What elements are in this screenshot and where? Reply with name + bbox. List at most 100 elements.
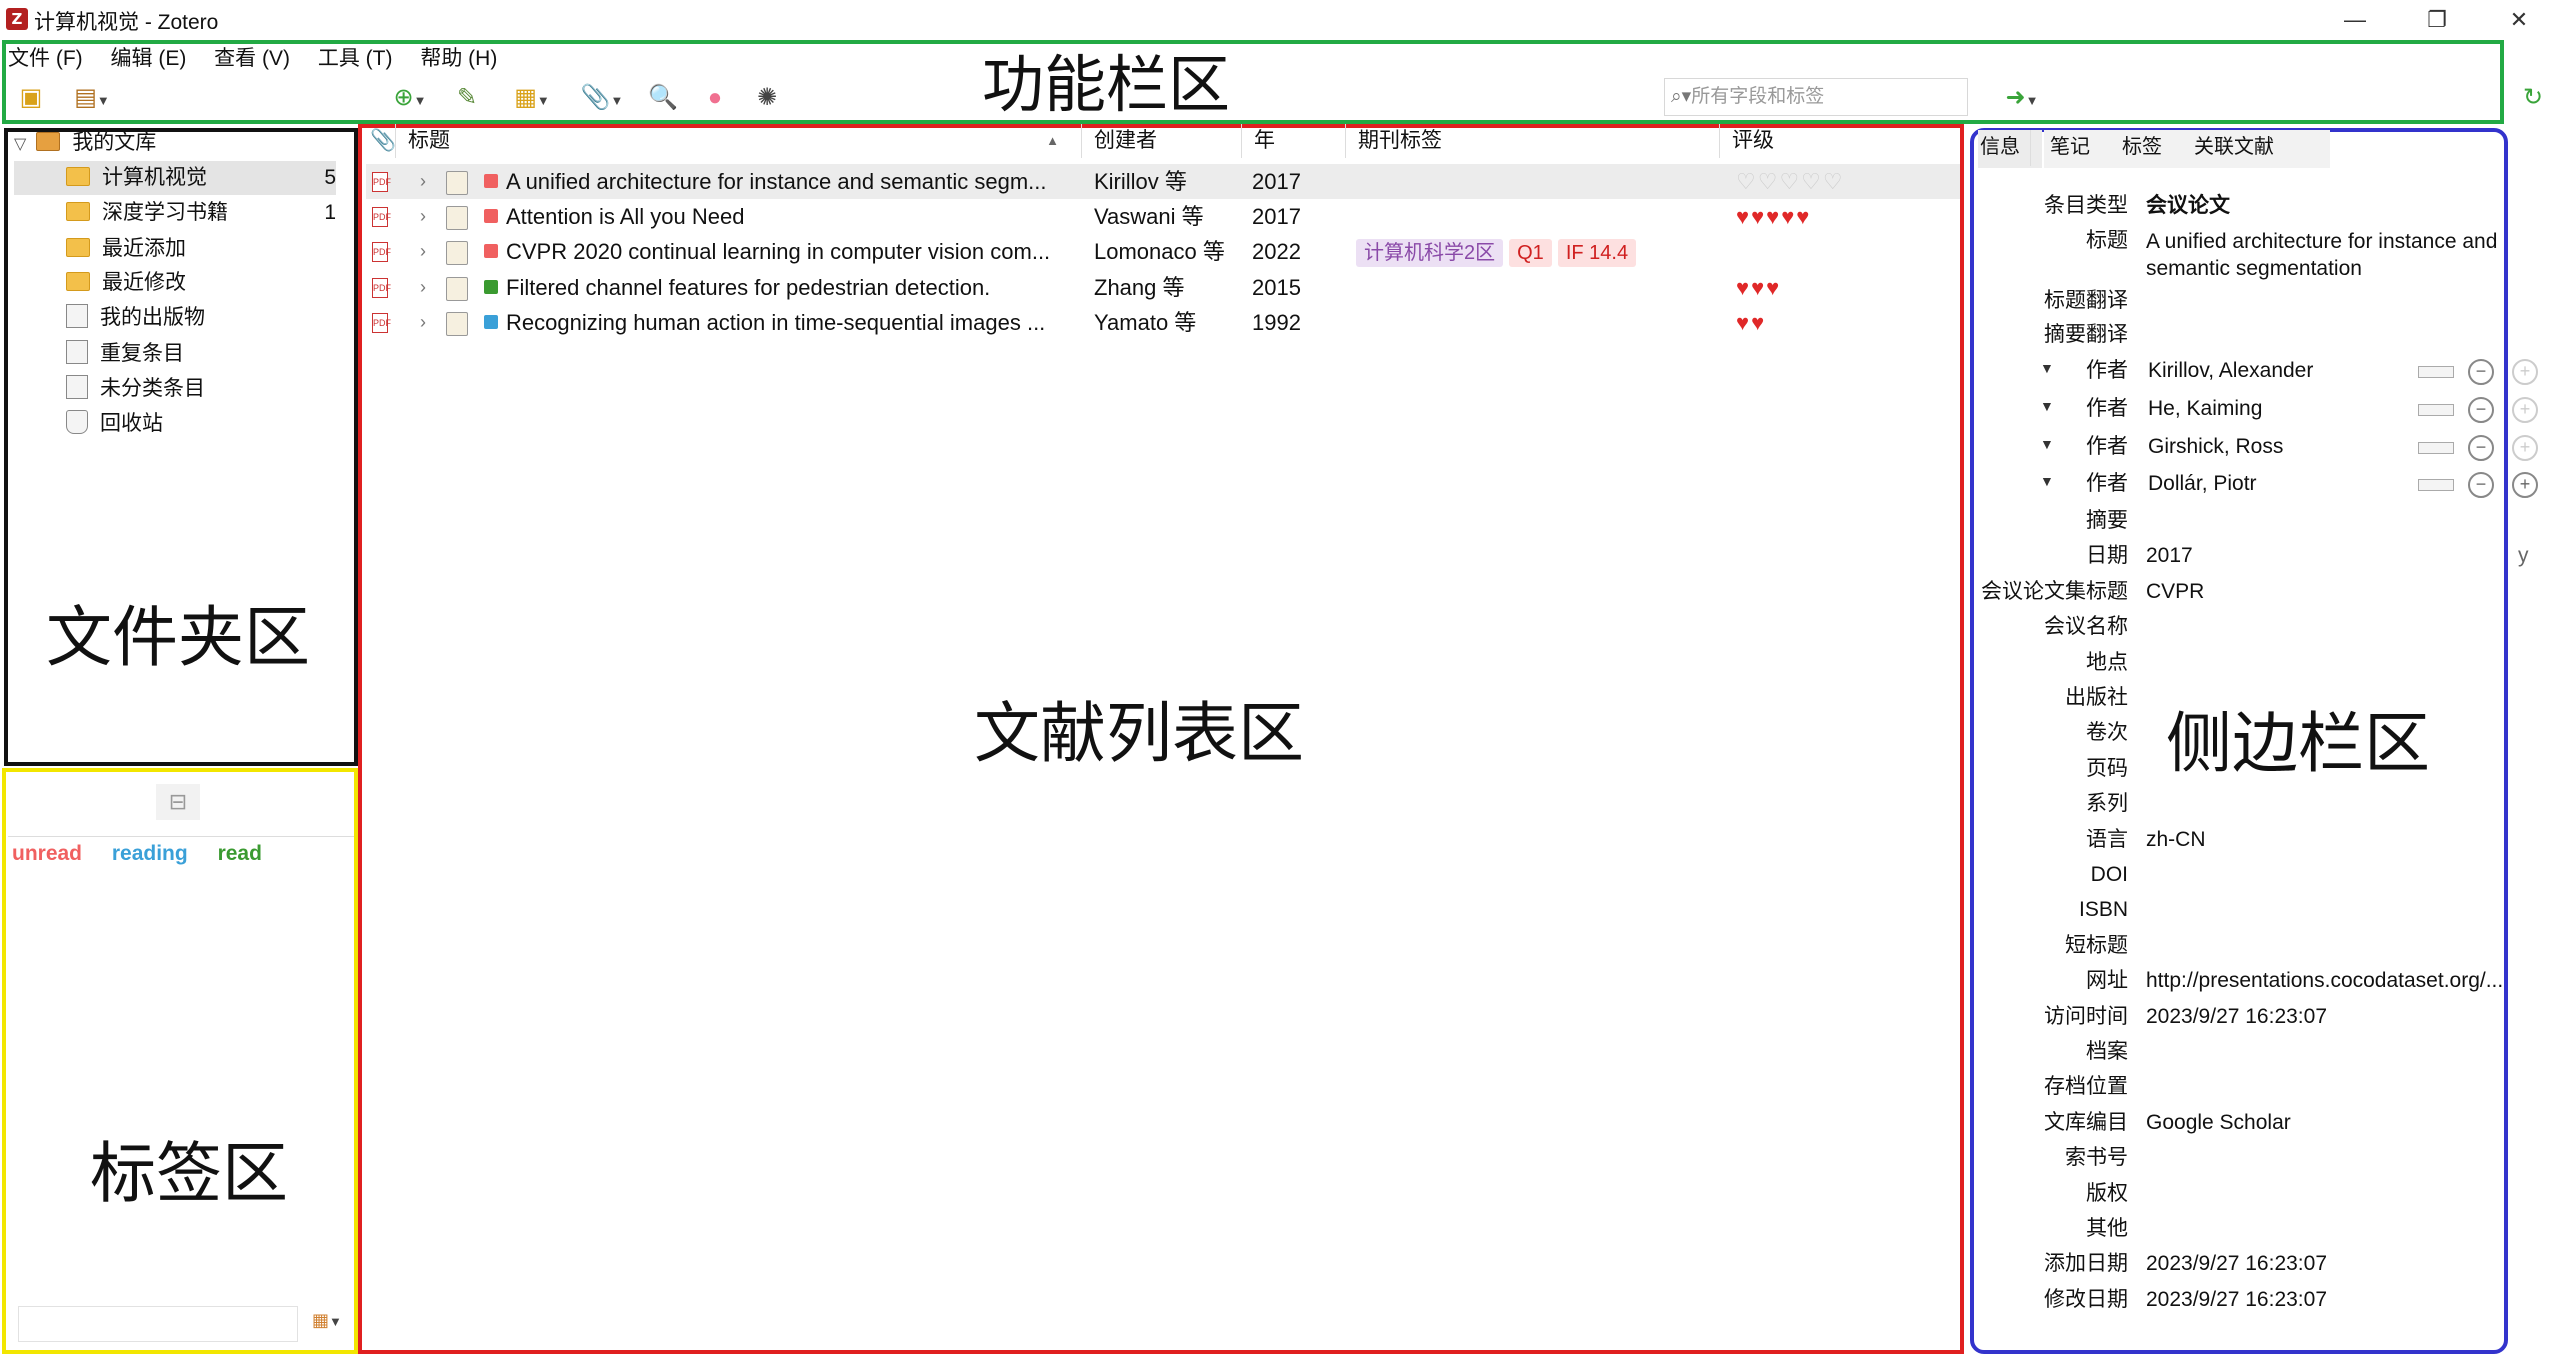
chevron-down-icon[interactable]: ▽ <box>14 136 26 153</box>
creator-name[interactable]: He, Kaiming <box>2148 392 2262 426</box>
close-button[interactable]: ✕ <box>2478 0 2560 40</box>
field-value[interactable]: http://presentations.cocodataset.org/... <box>2146 964 2544 998</box>
tag-tree-toggle-icon[interactable]: ⊟ <box>156 784 200 820</box>
field-label: 会议论文集标题 <box>1981 580 2128 603</box>
sync-icon[interactable]: ↻ <box>2518 82 2548 114</box>
add-creator-icon[interactable]: + <box>2512 397 2538 423</box>
chevron-right-icon[interactable]: › <box>420 234 426 269</box>
table-row[interactable]: PDF › CVPR 2020 continual learning in comp… <box>366 234 1960 269</box>
toolbar-region-label: 功能栏区 <box>982 48 1231 121</box>
field-value[interactable] <box>2146 1035 2544 1069</box>
item-rating[interactable]: ♡♡♡♡♡ <box>1736 164 1936 199</box>
item-rating[interactable]: ♥♥ <box>1736 305 1936 340</box>
field-value[interactable] <box>2146 858 2544 892</box>
creator-mode-toggle[interactable] <box>2418 479 2454 491</box>
field-value[interactable] <box>2146 610 2544 644</box>
field-value[interactable] <box>2146 1070 2544 1104</box>
creator-mode-toggle[interactable] <box>2418 366 2454 378</box>
table-row[interactable]: PDF › Recognizing human action in time-seq… <box>366 305 1960 340</box>
collection-item[interactable]: 最近添加 <box>66 232 186 266</box>
field-value[interactable] <box>2146 716 2544 750</box>
field-value[interactable] <box>2146 504 2544 538</box>
chevron-right-icon[interactable]: › <box>420 199 426 234</box>
remove-creator-icon[interactable]: − <box>2468 435 2494 461</box>
item-type-icon <box>446 171 468 195</box>
creator-name[interactable]: Girshick, Ross <box>2148 430 2283 464</box>
creator-mode-toggle[interactable] <box>2418 442 2454 454</box>
field-label: 修改日期 <box>2044 1288 2128 1311</box>
tab-info[interactable]: 信息 <box>1980 130 2020 159</box>
minimize-button[interactable]: — <box>2314 0 2396 40</box>
field-value[interactable]: 2017 <box>2146 539 2544 573</box>
pdf-attachment-icon[interactable]: PDF <box>372 278 391 298</box>
creator-role-label[interactable]: 作者 <box>1980 467 2128 501</box>
library-root[interactable]: ▽ 我的文库 <box>14 126 156 160</box>
field-value[interactable]: CVPR <box>2146 575 2544 609</box>
column-journal-tags[interactable]: 期刊标签 <box>1346 124 1720 158</box>
chevron-right-icon[interactable]: › <box>420 305 426 340</box>
field-value[interactable] <box>2146 752 2544 786</box>
item-rating[interactable]: ♥♥♥ <box>1736 270 1936 305</box>
attachment-column-icon[interactable]: 📎 <box>362 124 396 158</box>
field-value[interactable] <box>2146 646 2544 680</box>
field-value[interactable] <box>2146 893 2544 927</box>
remove-creator-icon[interactable]: − <box>2468 397 2494 423</box>
field-value[interactable] <box>2146 681 2544 715</box>
field-value[interactable] <box>2146 1141 2544 1175</box>
field-value[interactable]: 2023/9/27 16:23:07 <box>2146 1247 2544 1281</box>
tag-reading[interactable]: reading <box>112 842 188 865</box>
field-value[interactable] <box>2146 787 2544 821</box>
field-value[interactable]: Google Scholar <box>2146 1106 2544 1140</box>
add-creator-icon[interactable]: + <box>2512 435 2538 461</box>
field-item-type-value[interactable]: 会议论文 <box>2146 189 2230 223</box>
collection-item[interactable]: 计算机视觉 5 <box>14 161 336 195</box>
table-row[interactable]: PDF › Attention is All you Need Vaswani 等 20… <box>366 199 1960 234</box>
column-creator[interactable]: 创建者 <box>1082 124 1242 158</box>
pdf-attachment-icon[interactable]: PDF <box>372 207 391 227</box>
column-rating[interactable]: 评级 <box>1720 124 1960 158</box>
remove-creator-icon[interactable]: − <box>2468 472 2494 498</box>
collection-item[interactable]: 我的出版物 <box>66 301 205 335</box>
column-year[interactable]: 年 <box>1242 124 1346 158</box>
column-title[interactable]: 标题 ▲ <box>396 124 1082 158</box>
remove-creator-icon[interactable]: − <box>2468 359 2494 385</box>
field-value[interactable] <box>2146 1177 2544 1211</box>
tab-related[interactable]: 关联文献 <box>2194 130 2274 159</box>
tab-tags[interactable]: 标签 <box>2122 130 2162 159</box>
tag-read[interactable]: read <box>218 842 262 865</box>
collection-item[interactable]: 深度学习书籍 1 <box>14 196 336 230</box>
creator-name[interactable]: Dollár, Piotr <box>2148 467 2257 501</box>
collection-item[interactable]: 重复条目 <box>66 337 184 371</box>
creator-mode-toggle[interactable] <box>2418 404 2454 416</box>
pdf-attachment-icon[interactable]: PDF <box>372 172 391 192</box>
creator-role-label[interactable]: 作者 <box>1980 392 2128 426</box>
collection-item[interactable]: 回收站 <box>66 407 163 441</box>
tag-actions-icon[interactable]: ▦▼ <box>312 1310 342 1331</box>
add-creator-icon[interactable]: + <box>2512 472 2538 498</box>
collection-item[interactable]: 未分类条目 <box>66 372 205 406</box>
pdf-attachment-icon[interactable]: PDF <box>372 313 391 333</box>
chevron-right-icon[interactable]: › <box>420 270 426 305</box>
collection-item[interactable]: 最近修改 <box>66 266 186 300</box>
field-value[interactable]: 2023/9/27 16:23:07 <box>2146 1283 2544 1317</box>
item-rating[interactable]: ♥♥♥♥♥ <box>1736 199 1936 234</box>
restore-button[interactable]: ❐ <box>2396 0 2478 40</box>
duplicates-icon <box>66 340 88 365</box>
field-value[interactable]: zh-CN <box>2146 823 2544 857</box>
table-row[interactable]: PDF › Filtered channel features for pedest… <box>366 270 1960 305</box>
field-value[interactable]: 2023/9/27 16:23:07 <box>2146 1000 2544 1034</box>
chevron-right-icon[interactable]: › <box>420 164 426 199</box>
creator-name[interactable]: Kirillov, Alexander <box>2148 354 2313 388</box>
tag-filter-input[interactable] <box>18 1306 298 1342</box>
item-creator: Zhang 等 <box>1094 275 1185 300</box>
creator-role-label[interactable]: 作者 <box>1980 354 2128 388</box>
field-title-value[interactable]: A unified architecture for instance and … <box>2146 228 2546 282</box>
add-creator-icon[interactable]: + <box>2512 359 2538 385</box>
tag-unread[interactable]: unread <box>12 842 82 865</box>
field-value[interactable] <box>2146 929 2544 963</box>
creator-role-label[interactable]: 作者 <box>1980 430 2128 464</box>
field-value[interactable] <box>2146 1212 2544 1246</box>
table-row[interactable]: PDF › A unified architecture for instance … <box>366 164 1960 199</box>
tab-notes[interactable]: 笔记 <box>2050 130 2090 159</box>
pdf-attachment-icon[interactable]: PDF <box>372 242 391 262</box>
